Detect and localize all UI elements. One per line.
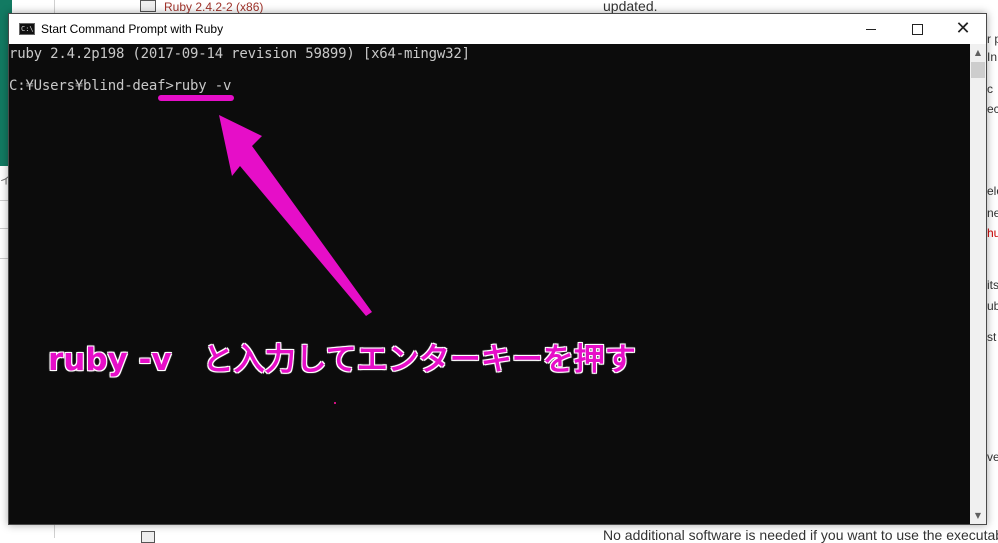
stray-dot (334, 402, 336, 404)
instruction-annotation: ruby -v と入力してエンターキーを押す (48, 342, 636, 378)
annotation-arrow-icon (219, 115, 372, 316)
